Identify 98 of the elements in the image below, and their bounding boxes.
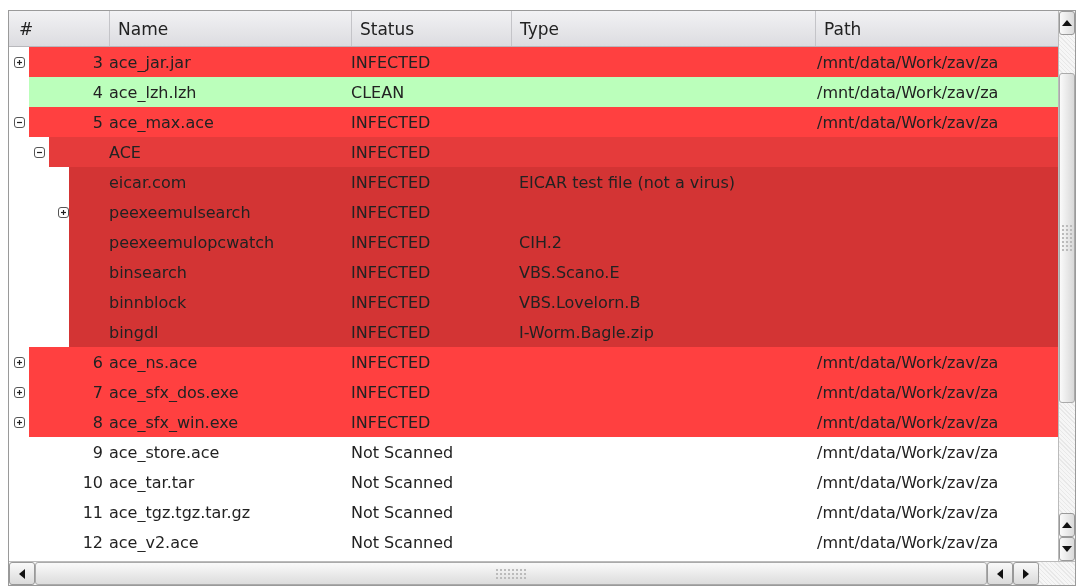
table-row[interactable]: ACE INFECTED xyxy=(49,137,1058,167)
expand-icon[interactable] xyxy=(14,357,25,368)
scrollbar-thumb[interactable] xyxy=(1059,73,1075,403)
file-name: ace_max.ace xyxy=(109,112,214,132)
table-row[interactable]: peexeemulsearch INFECTED xyxy=(69,197,1058,227)
status-text: INFECTED xyxy=(351,292,431,312)
file-name: ace_ns.ace xyxy=(109,352,198,372)
right-arrow-icon xyxy=(1023,568,1029,579)
scroll-down-button[interactable] xyxy=(1059,537,1075,561)
table-row[interactable]: 4 ace_lzh.lzh CLEAN /mnt/data/Work/zav/za xyxy=(29,77,1058,107)
threat-type: CIH.2 xyxy=(519,232,562,252)
threat-type: I-Worm.Bagle.zip xyxy=(519,322,654,342)
table-row[interactable]: peexeemulopcwatch INFECTED CIH.2 xyxy=(69,227,1058,257)
number-header[interactable]: # xyxy=(9,11,110,46)
status-text: INFECTED xyxy=(351,352,431,372)
scroll-up-button[interactable] xyxy=(1059,11,1075,35)
status-text: Not Scanned xyxy=(351,442,454,462)
row-number: 6 xyxy=(92,352,103,372)
row-number: 9 xyxy=(92,442,103,462)
down-arrow-icon xyxy=(1062,546,1072,552)
table-row[interactable]: 7 ace_sfx_dos.exe INFECTED /mnt/data/Work/zav/za xyxy=(29,377,1058,407)
left-arrow-icon xyxy=(19,568,25,579)
status-text: CLEAN xyxy=(351,82,405,102)
status-text: INFECTED xyxy=(351,262,431,282)
row-number: 5 xyxy=(92,112,103,132)
row-number: 3 xyxy=(92,52,103,72)
file-name: binnblock xyxy=(109,292,187,312)
expand-icon[interactable] xyxy=(14,57,25,68)
file-name: ace_sfx_dos.exe xyxy=(109,382,239,402)
file-name: ace_store.ace xyxy=(109,442,220,462)
scroll-up-button[interactable] xyxy=(1059,513,1075,537)
file-name: peexeemulopcwatch xyxy=(109,232,275,252)
table-row[interactable]: bingdl INFECTED I-Worm.Bagle.zip xyxy=(69,317,1058,347)
status-text: INFECTED xyxy=(351,112,431,132)
table-row[interactable]: 8 ace_sfx_win.exe INFECTED /mnt/data/Work/zav/za xyxy=(29,407,1058,437)
expand-icon[interactable] xyxy=(14,417,25,428)
type-header[interactable]: Type xyxy=(512,11,816,46)
table-row[interactable]: eicar.com INFECTED EICAR test file (not a virus) xyxy=(69,167,1058,197)
row-number: 8 xyxy=(92,412,103,432)
expand-icon[interactable] xyxy=(58,207,69,218)
file-path: /mnt/data/Work/zav/za xyxy=(817,382,999,402)
file-path: /mnt/data/Work/zav/za xyxy=(817,82,999,102)
path-header[interactable]: Path xyxy=(816,11,1058,46)
file-name: ace_sfx_win.exe xyxy=(109,412,239,432)
file-path: /mnt/data/Work/zav/za xyxy=(817,442,999,462)
status-text: INFECTED xyxy=(351,202,431,222)
file-name: ace_lzh.lzh xyxy=(109,82,197,102)
row-number: 7 xyxy=(92,382,103,402)
file-name: peexeemulsearch xyxy=(109,202,251,222)
file-path: /mnt/data/Work/zav/za xyxy=(817,352,999,372)
status-text: INFECTED xyxy=(351,232,431,252)
status-text: Not Scanned xyxy=(351,472,454,492)
vertical-scrollbar[interactable] xyxy=(1058,11,1075,561)
table-row[interactable]: binnblock INFECTED VBS.Lovelorn.B xyxy=(69,287,1058,317)
status-text: INFECTED xyxy=(351,322,431,342)
file-name: ace_tgz.tgz.tar.gz xyxy=(109,502,251,522)
status-text: INFECTED xyxy=(351,412,431,432)
file-name: eicar.com xyxy=(109,172,187,192)
table-row[interactable]: 6 ace_ns.ace INFECTED /mnt/data/Work/zav/za xyxy=(29,347,1058,377)
left-arrow-icon xyxy=(997,568,1003,579)
collapse-icon[interactable] xyxy=(14,117,25,128)
table-row[interactable]: binsearch INFECTED VBS.Scano.E xyxy=(69,257,1058,287)
status-text: Not Scanned xyxy=(351,502,454,522)
file-name: bingdl xyxy=(109,322,159,342)
file-path: /mnt/data/Work/zav/za xyxy=(817,532,999,552)
status-text: INFECTED xyxy=(351,382,431,402)
row-number: 11 xyxy=(82,502,103,522)
file-name: ace_jar.jar xyxy=(109,52,191,72)
file-path: /mnt/data/Work/zav/za xyxy=(817,112,999,132)
status-header[interactable]: Status xyxy=(352,11,512,46)
status-text: Not Scanned xyxy=(351,532,454,552)
name-header[interactable]: Name xyxy=(110,11,352,46)
file-path: /mnt/data/Work/zav/za xyxy=(817,412,999,432)
file-path: /mnt/data/Work/zav/za xyxy=(817,52,999,72)
collapse-icon[interactable] xyxy=(34,147,45,158)
row-number: 10 xyxy=(82,472,103,492)
threat-type: EICAR test file (not a virus) xyxy=(519,172,736,192)
threat-type: VBS.Scano.E xyxy=(519,262,620,282)
status-text: INFECTED xyxy=(351,142,431,162)
file-name: binsearch xyxy=(109,262,187,282)
expand-icon[interactable] xyxy=(14,387,25,398)
up-arrow-icon xyxy=(1062,20,1072,26)
up-arrow-icon xyxy=(1062,522,1072,528)
table-row[interactable]: 5 ace_max.ace INFECTED /mnt/data/Work/zav/za xyxy=(29,107,1058,137)
status-text: INFECTED xyxy=(351,52,431,72)
file-name: ace_tar.tar xyxy=(109,472,195,492)
threat-type: VBS.Lovelorn.B xyxy=(519,292,641,312)
row-number: 4 xyxy=(92,82,103,102)
file-name: ACE xyxy=(109,142,141,162)
status-text: INFECTED xyxy=(351,172,431,192)
scroll-left-button[interactable] xyxy=(9,562,35,585)
file-name: ace_v2.ace xyxy=(109,532,199,552)
file-path: /mnt/data/Work/zav/za xyxy=(817,472,999,492)
table-row[interactable]: 3 ace_jar.jar INFECTED /mnt/data/Work/zav/za xyxy=(29,47,1058,77)
row-number: 12 xyxy=(82,532,103,552)
file-path: /mnt/data/Work/zav/za xyxy=(817,502,999,522)
scroll-left-button[interactable] xyxy=(987,562,1013,585)
scroll-right-button[interactable] xyxy=(1013,562,1039,585)
